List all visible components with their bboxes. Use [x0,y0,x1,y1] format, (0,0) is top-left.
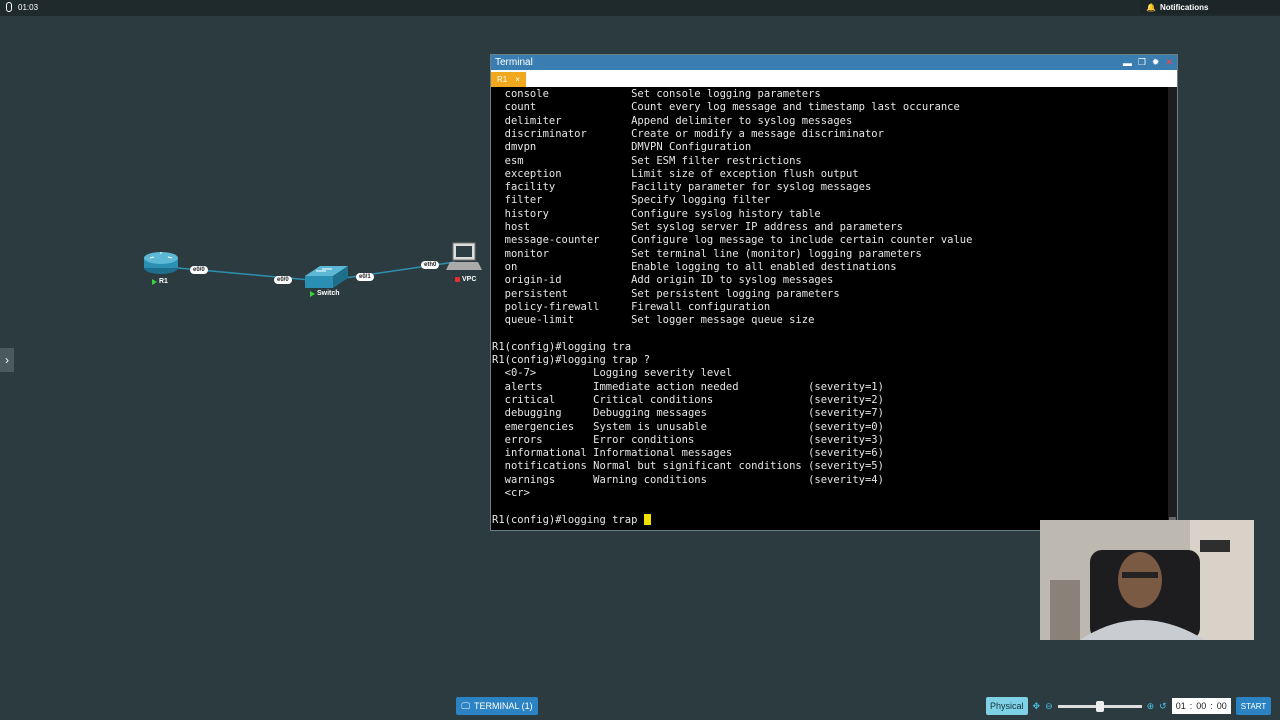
running-status-icon [152,278,157,285]
terminal-line: warnings Warning conditions (severity=4) [492,473,884,486]
terminal-window[interactable]: Terminal ▬ ❐ ✹ ✕ R1 × console Set consol… [490,54,1178,557]
terminal-line: monitor Set terminal line (monitor) logg… [492,247,922,260]
terminal-line: origin-id Add origin ID to syslog messag… [492,274,834,287]
terminal-line: notifications Normal but significant con… [492,460,884,473]
terminal-line: count Count every log message and timest… [492,101,960,114]
lab-timer[interactable]: 01 : 00 : 00 [1171,698,1231,714]
terminal-tab-label: R1 [497,75,508,84]
terminal-line: esm Set ESM filter restrictions [492,154,802,167]
zoom-out-icon[interactable]: ⊖ [1045,701,1053,712]
terminal-cursor [643,514,651,526]
terminal-line: alerts Immediate action needed (severity… [492,380,884,393]
timer-seconds: 00 [1216,701,1227,711]
terminal-tab-bar: R1 × [491,70,1177,87]
close-icon[interactable]: ✕ [1165,57,1173,68]
terminal-line: R1(config)#logging tra [492,340,632,353]
terminal-line: delimiter Append delimiter to syslog mes… [492,114,853,127]
settings-icon[interactable]: ✹ [1152,57,1160,68]
node-label-switch[interactable]: Switch [310,290,340,297]
interface-label: eth0 [421,261,440,269]
terminal-taskbar-label: TERMINAL (1) [474,701,533,711]
monitor-icon: 🖵 [461,700,470,711]
terminal-title: Terminal [495,57,533,68]
terminal-line: R1(config)#logging trap ? [492,354,651,366]
terminal-line: exception Limit size of exception flush … [492,167,859,180]
terminal-line: filter Specify logging filter [492,194,771,207]
zoom-in-icon[interactable]: ⊕ [1147,701,1155,712]
terminal-line: history Configure syslog history table [492,207,821,220]
terminal-line: facility Facility parameter for syslog m… [492,181,872,194]
webcam-overlay [1040,520,1254,640]
terminal-line: R1(config)#logging trap [492,514,651,527]
stopped-status-icon [455,277,460,282]
timer-minutes: 00 [1196,701,1207,711]
running-status-icon [310,290,315,297]
zoom-slider[interactable] [1057,700,1142,712]
terminal-line: host Set syslog server IP address and pa… [492,221,903,233]
bell-icon: 🔔 [1146,2,1156,12]
terminal-line: errors Error conditions (severity=3) [492,433,884,446]
router-icon [144,252,178,274]
node-label-vpc[interactable]: VPC [455,276,476,283]
terminal-line: persistent Set persistent logging parame… [492,287,840,300]
timer-separator: : [1210,701,1213,711]
presenter-video [1040,520,1254,640]
canvas-controls: Physical ✥ ⊖ ⊕ ↺ 01 : 00 : 00 START [986,697,1272,715]
terminal-line: console Set console logging parameters [492,88,821,100]
terminal-line: on Enable logging to all enabled destina… [492,260,897,273]
terminal-line: <0-7> Logging severity level [492,367,733,380]
terminal-line: discriminator Create or modify a message… [492,127,884,140]
zoom-slider-knob[interactable] [1095,700,1104,712]
reset-icon[interactable]: ↺ [1159,701,1167,712]
start-button[interactable]: START [1235,697,1272,715]
sidebar-toggle-button[interactable]: › [0,348,14,372]
terminal-title-bar[interactable]: Terminal ▬ ❐ ✹ ✕ [491,55,1177,70]
terminal-line: policy-firewall Firewall configuration [492,300,771,313]
terminal-tab-r1[interactable]: R1 × [491,72,526,87]
terminal-line: queue-limit Set logger message queue siz… [492,314,815,327]
notifications-label: Notifications [1159,2,1209,12]
terminal-line: informational Informational messages (se… [492,447,884,460]
minimize-icon[interactable]: ▬ [1123,58,1132,68]
interface-label: e0/0 [190,266,208,274]
topology-canvas [144,242,482,288]
fit-view-icon[interactable]: ✥ [1033,701,1041,712]
tab-close-icon[interactable]: × [515,75,520,84]
terminal-line: debugging Debugging messages (severity=7… [492,407,884,420]
terminal-output[interactable]: console Set console logging parameters c… [491,87,1169,530]
timer-separator: : [1189,701,1193,711]
terminal-line: critical Critical conditions (severity=2… [492,393,884,406]
terminal-scrollbar[interactable] [1168,87,1177,557]
terminal-taskbar-button[interactable]: 🖵 TERMINAL (1) [456,697,538,715]
node-label-r1[interactable]: R1 [152,278,168,285]
interface-label: e0/1 [356,273,374,281]
terminal-line: emergencies System is unusable (severity… [492,420,884,433]
interface-label: e0/0 [274,276,292,284]
timer-hours: 01 [1175,701,1186,711]
chevron-right-icon: › [5,353,9,367]
terminal-line: <cr> [492,487,530,499]
terminal-line: message-counter Configure log message to… [492,234,973,247]
switch-icon [305,266,348,288]
notifications-button[interactable]: 🔔 Notifications [1140,0,1280,14]
restore-icon[interactable]: ❐ [1138,57,1146,68]
physical-view-toggle[interactable]: Physical [986,697,1028,715]
vpc-computer-icon [446,242,482,270]
terminal-line: dmvpn DMVPN Configuration [492,141,752,154]
